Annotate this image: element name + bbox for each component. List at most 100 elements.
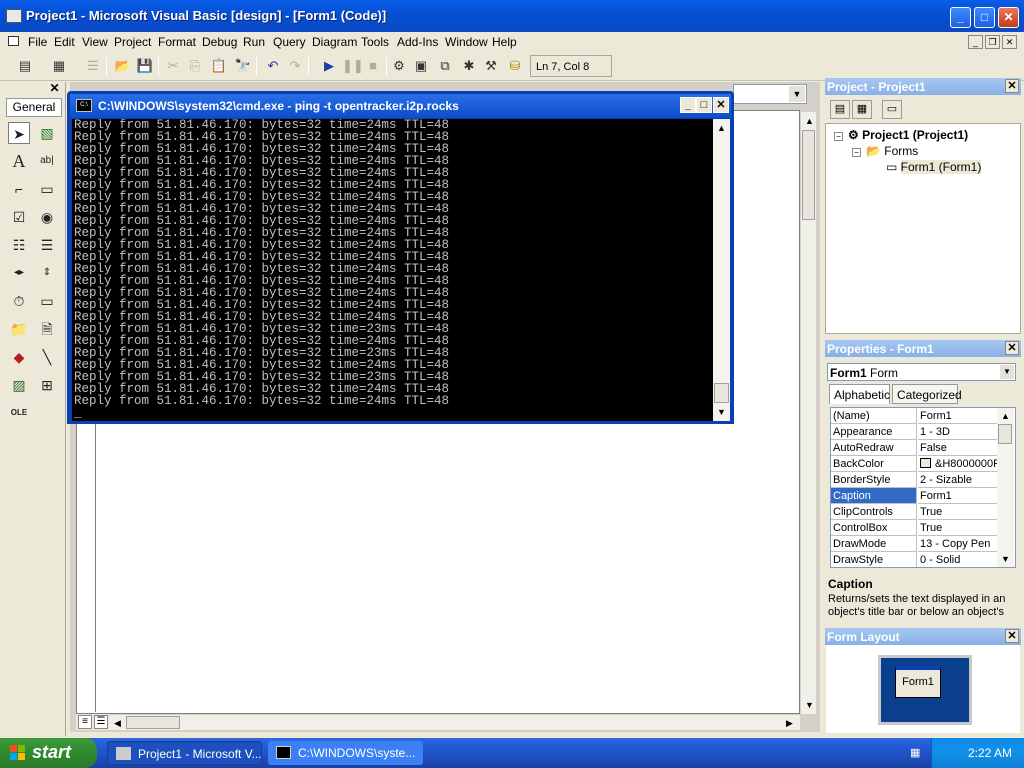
- drivelistbox-tool-icon[interactable]: ▭: [36, 290, 58, 312]
- clock[interactable]: 2:22 AM: [968, 746, 1012, 760]
- add-project-icon[interactable]: ▤: [16, 57, 34, 75]
- menu-diagram[interactable]: Diagram: [312, 35, 357, 49]
- menu-addins[interactable]: Add-Ins: [397, 35, 438, 49]
- property-value[interactable]: Form1: [918, 488, 1001, 504]
- checkbox-tool-icon[interactable]: ☑: [8, 206, 30, 228]
- commandbutton-tool-icon[interactable]: ▭: [36, 178, 58, 200]
- object-browser-icon[interactable]: ✱: [460, 57, 478, 75]
- menu-view[interactable]: View: [82, 35, 108, 49]
- scroll-down-icon[interactable]: ▼: [805, 700, 814, 710]
- property-row[interactable]: ControlBox True: [831, 520, 1001, 536]
- label-tool-icon[interactable]: A: [8, 150, 30, 172]
- property-row[interactable]: Appearance 1 - 3D: [831, 424, 1001, 440]
- chevron-down-icon[interactable]: ▼: [1000, 365, 1014, 379]
- data-view-icon[interactable]: ⛁: [506, 57, 524, 75]
- view-object-icon[interactable]: ▦: [852, 100, 872, 119]
- property-scrollbar[interactable]: ▲ ▼: [997, 408, 1014, 567]
- full-module-view-icon[interactable]: ☰: [94, 715, 108, 729]
- close-icon[interactable]: ✕: [1005, 79, 1019, 93]
- data-tool-icon[interactable]: ⊞: [36, 374, 58, 396]
- cmd-title-bar[interactable]: C:\ C:\WINDOWS\system32\cmd.exe - ping -…: [70, 94, 731, 118]
- property-value[interactable]: 0 - Solid: [918, 552, 1001, 567]
- properties-window-icon[interactable]: ▣: [412, 57, 430, 75]
- hscrollbar-tool-icon[interactable]: ◂▸: [8, 262, 30, 284]
- chevron-down-icon[interactable]: ▼: [789, 86, 805, 102]
- mdi-minimize-button[interactable]: _: [968, 35, 983, 49]
- add-form-icon[interactable]: ▦: [50, 57, 68, 75]
- scroll-down-icon[interactable]: ▼: [717, 407, 726, 417]
- object-combo[interactable]: Form1 Form ▼: [827, 363, 1016, 381]
- menu-help[interactable]: Help: [492, 35, 517, 49]
- tab-categorized[interactable]: Categorized: [892, 384, 962, 404]
- task-vb[interactable]: Project1 - Microsoft V...: [107, 741, 262, 765]
- property-row[interactable]: DrawMode 13 - Copy Pen: [831, 536, 1001, 552]
- code-hscroll-thumb[interactable]: [126, 716, 180, 729]
- property-value[interactable]: 1 - 3D: [918, 424, 1001, 440]
- properties-panel-title[interactable]: Properties - Form1 ✕: [825, 340, 1021, 357]
- property-row[interactable]: Caption Form1: [831, 488, 1001, 504]
- start-button[interactable]: start: [0, 738, 97, 768]
- toolbox-close-icon[interactable]: ✕: [47, 82, 62, 96]
- code-scroll-thumb[interactable]: [802, 130, 815, 220]
- timer-tool-icon[interactable]: ⏱: [8, 290, 30, 312]
- maximize-button[interactable]: □: [974, 7, 995, 28]
- line-tool-icon[interactable]: ╲: [36, 346, 58, 368]
- property-value[interactable]: False: [918, 440, 1001, 456]
- project-panel-title[interactable]: Project - Project1 ✕: [825, 78, 1021, 95]
- menu-query[interactable]: Query: [273, 35, 306, 49]
- vb-app-icon[interactable]: [6, 9, 22, 23]
- tree-forms-folder[interactable]: 📂 Forms: [866, 144, 918, 158]
- menu-editor-icon[interactable]: ☰: [84, 57, 102, 75]
- toolbox-tab-general[interactable]: General: [6, 98, 62, 117]
- find-icon[interactable]: 🔭: [234, 57, 252, 75]
- ole-tool-icon[interactable]: OLE: [8, 402, 30, 424]
- scroll-up-icon[interactable]: ▲: [805, 116, 814, 126]
- collapse-icon[interactable]: −: [852, 148, 861, 157]
- task-cmd[interactable]: C:\WINDOWS\syste...: [268, 741, 423, 765]
- cmd-maximize-button[interactable]: □: [696, 97, 712, 113]
- code-window-icon[interactable]: [8, 36, 19, 46]
- scroll-left-icon[interactable]: ◀: [114, 718, 121, 729]
- redo-icon[interactable]: ↷: [286, 57, 304, 75]
- frame-tool-icon[interactable]: ⌐: [8, 178, 30, 200]
- project-explorer-icon[interactable]: ⚙: [390, 57, 408, 75]
- toolbox-icon[interactable]: ⚒: [482, 57, 500, 75]
- code-horizontal-scrollbar[interactable]: ◀ ▶: [110, 714, 800, 730]
- tab-alphabetic[interactable]: Alphabetic: [829, 384, 890, 404]
- procedure-view-icon[interactable]: ≡: [78, 715, 92, 729]
- property-row[interactable]: BorderStyle 2 - Sizable: [831, 472, 1001, 488]
- form-layout-title[interactable]: Form Layout ✕: [825, 628, 1021, 645]
- mdi-restore-button[interactable]: ❐: [985, 35, 1000, 49]
- cmd-minimize-button[interactable]: _: [680, 97, 696, 113]
- network-icon[interactable]: ▦: [910, 746, 924, 759]
- scroll-right-icon[interactable]: ▶: [786, 718, 793, 729]
- combobox-tool-icon[interactable]: ☷: [8, 234, 30, 256]
- property-row[interactable]: BackColor &H8000000F: [831, 456, 1001, 472]
- scroll-up-icon[interactable]: ▲: [1001, 411, 1010, 421]
- form-layout-icon[interactable]: ⧉: [436, 57, 454, 75]
- break-icon[interactable]: ❚❚: [342, 57, 364, 75]
- tree-form1[interactable]: ▭ Form1 (Form1): [886, 160, 982, 174]
- code-vertical-scrollbar[interactable]: ▲ ▼: [800, 112, 816, 714]
- menu-debug[interactable]: Debug: [202, 35, 237, 49]
- shape-tool-icon[interactable]: ◆: [8, 346, 30, 368]
- menu-project[interactable]: Project: [114, 35, 151, 49]
- cmd-scrollbar[interactable]: ▲ ▼: [713, 119, 730, 421]
- property-value[interactable]: 2 - Sizable: [918, 472, 1001, 488]
- collapse-icon[interactable]: −: [834, 132, 843, 141]
- property-value[interactable]: 13 - Copy Pen: [918, 536, 1001, 552]
- property-row[interactable]: (Name) Form1: [831, 408, 1001, 424]
- save-project-icon[interactable]: 💾: [136, 57, 154, 75]
- dirlistbox-tool-icon[interactable]: 📁: [8, 318, 30, 340]
- menu-tools[interactable]: Tools: [361, 35, 389, 49]
- property-value[interactable]: &H8000000F: [918, 456, 1001, 472]
- property-scroll-thumb[interactable]: [998, 424, 1012, 444]
- menu-file[interactable]: File: [28, 35, 47, 49]
- main-title-bar[interactable]: Project1 - Microsoft Visual Basic [desig…: [0, 0, 1024, 32]
- form-layout-form[interactable]: Form1: [895, 666, 941, 698]
- procedure-combo[interactable]: ▼: [733, 84, 807, 104]
- scroll-down-icon[interactable]: ▼: [1001, 554, 1010, 564]
- tree-project-root[interactable]: ⚙ Project1 (Project1): [848, 128, 968, 142]
- close-button[interactable]: ✕: [998, 7, 1019, 28]
- menu-window[interactable]: Window: [445, 35, 488, 49]
